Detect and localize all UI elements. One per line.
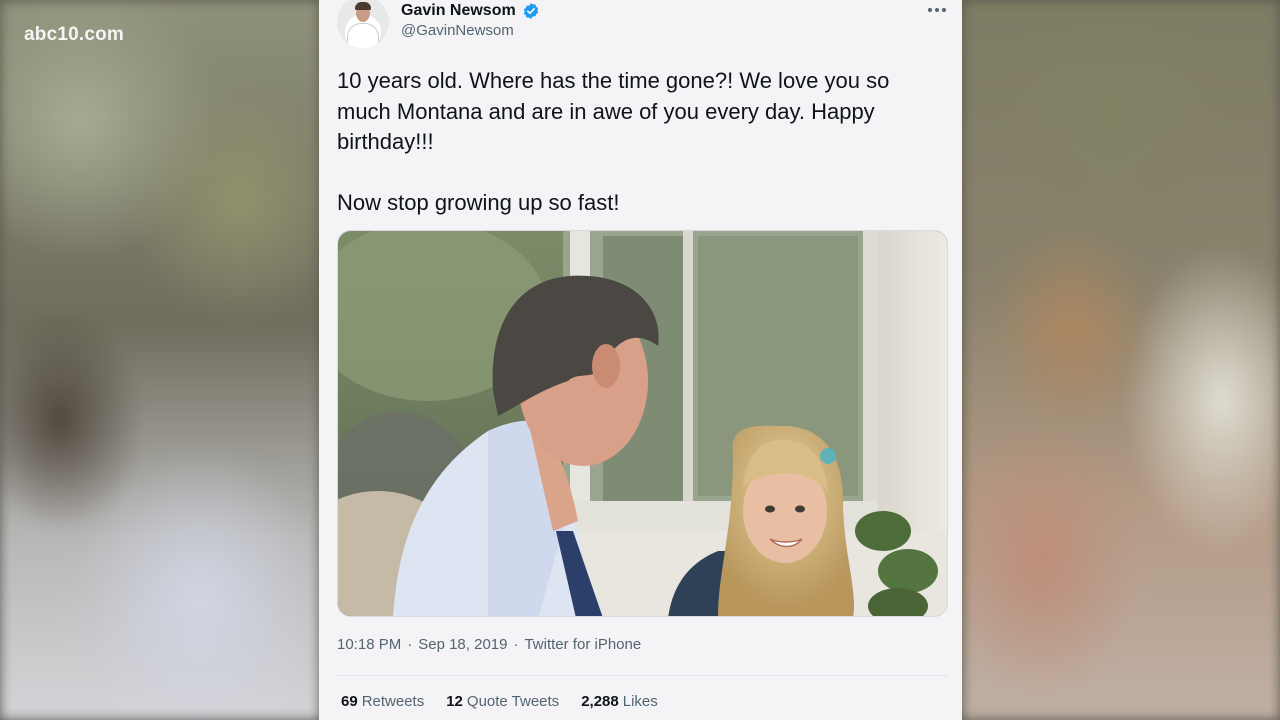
tweet-stats: 69 Retweets 12 Quote Tweets 2,288 Likes	[341, 693, 658, 710]
author-display-name[interactable]: Gavin Newsom	[401, 2, 516, 20]
likes-label: Likes	[622, 693, 658, 710]
tweet-paragraph-1: 10 years old. Where has the time gone?! …	[337, 68, 890, 154]
tweet-source[interactable]: Twitter for iPhone	[524, 636, 641, 653]
author-avatar[interactable]	[337, 0, 389, 48]
quote-tweets-label: Quote Tweets	[466, 693, 560, 710]
tweet-time[interactable]: 10:18 PM	[337, 636, 401, 653]
stats-divider	[337, 675, 948, 676]
tweet-paragraph-2: Now stop growing up so fast!	[337, 189, 620, 215]
author-name-row: Gavin Newsom	[401, 0, 540, 22]
likes-count: 2,288	[581, 693, 619, 710]
tweet-text: 10 years old. Where has the time gone?! …	[337, 66, 937, 218]
author-handle[interactable]: @GavinNewsom	[401, 22, 514, 39]
retweets-count: 69	[341, 693, 358, 710]
meta-separator: ·	[513, 636, 519, 653]
tweet-date[interactable]: Sep 18, 2019	[418, 636, 507, 653]
retweets-label: Retweets	[361, 693, 425, 710]
verified-badge-icon	[522, 2, 540, 20]
quote-tweets-stat[interactable]: 12 Quote Tweets	[446, 693, 559, 710]
more-options-icon[interactable]	[922, 0, 952, 20]
background-blur-right	[962, 0, 1280, 720]
tweet-photo[interactable]	[337, 230, 948, 617]
tweet-meta: 10:18 PM · Sep 18, 2019 · Twitter for iP…	[337, 636, 641, 653]
likes-stat[interactable]: 2,288 Likes	[581, 693, 658, 710]
retweets-stat[interactable]: 69 Retweets	[341, 693, 424, 710]
quote-tweets-count: 12	[446, 693, 463, 710]
background-blur-left	[0, 0, 320, 720]
meta-separator: ·	[407, 636, 413, 653]
station-logo: abc10.com	[24, 24, 125, 45]
tweet-card: Gavin Newsom @GavinNewsom 10 years old. …	[319, 0, 962, 720]
photo-illustration	[338, 231, 947, 616]
tweet-header: Gavin Newsom @GavinNewsom	[319, 0, 962, 55]
